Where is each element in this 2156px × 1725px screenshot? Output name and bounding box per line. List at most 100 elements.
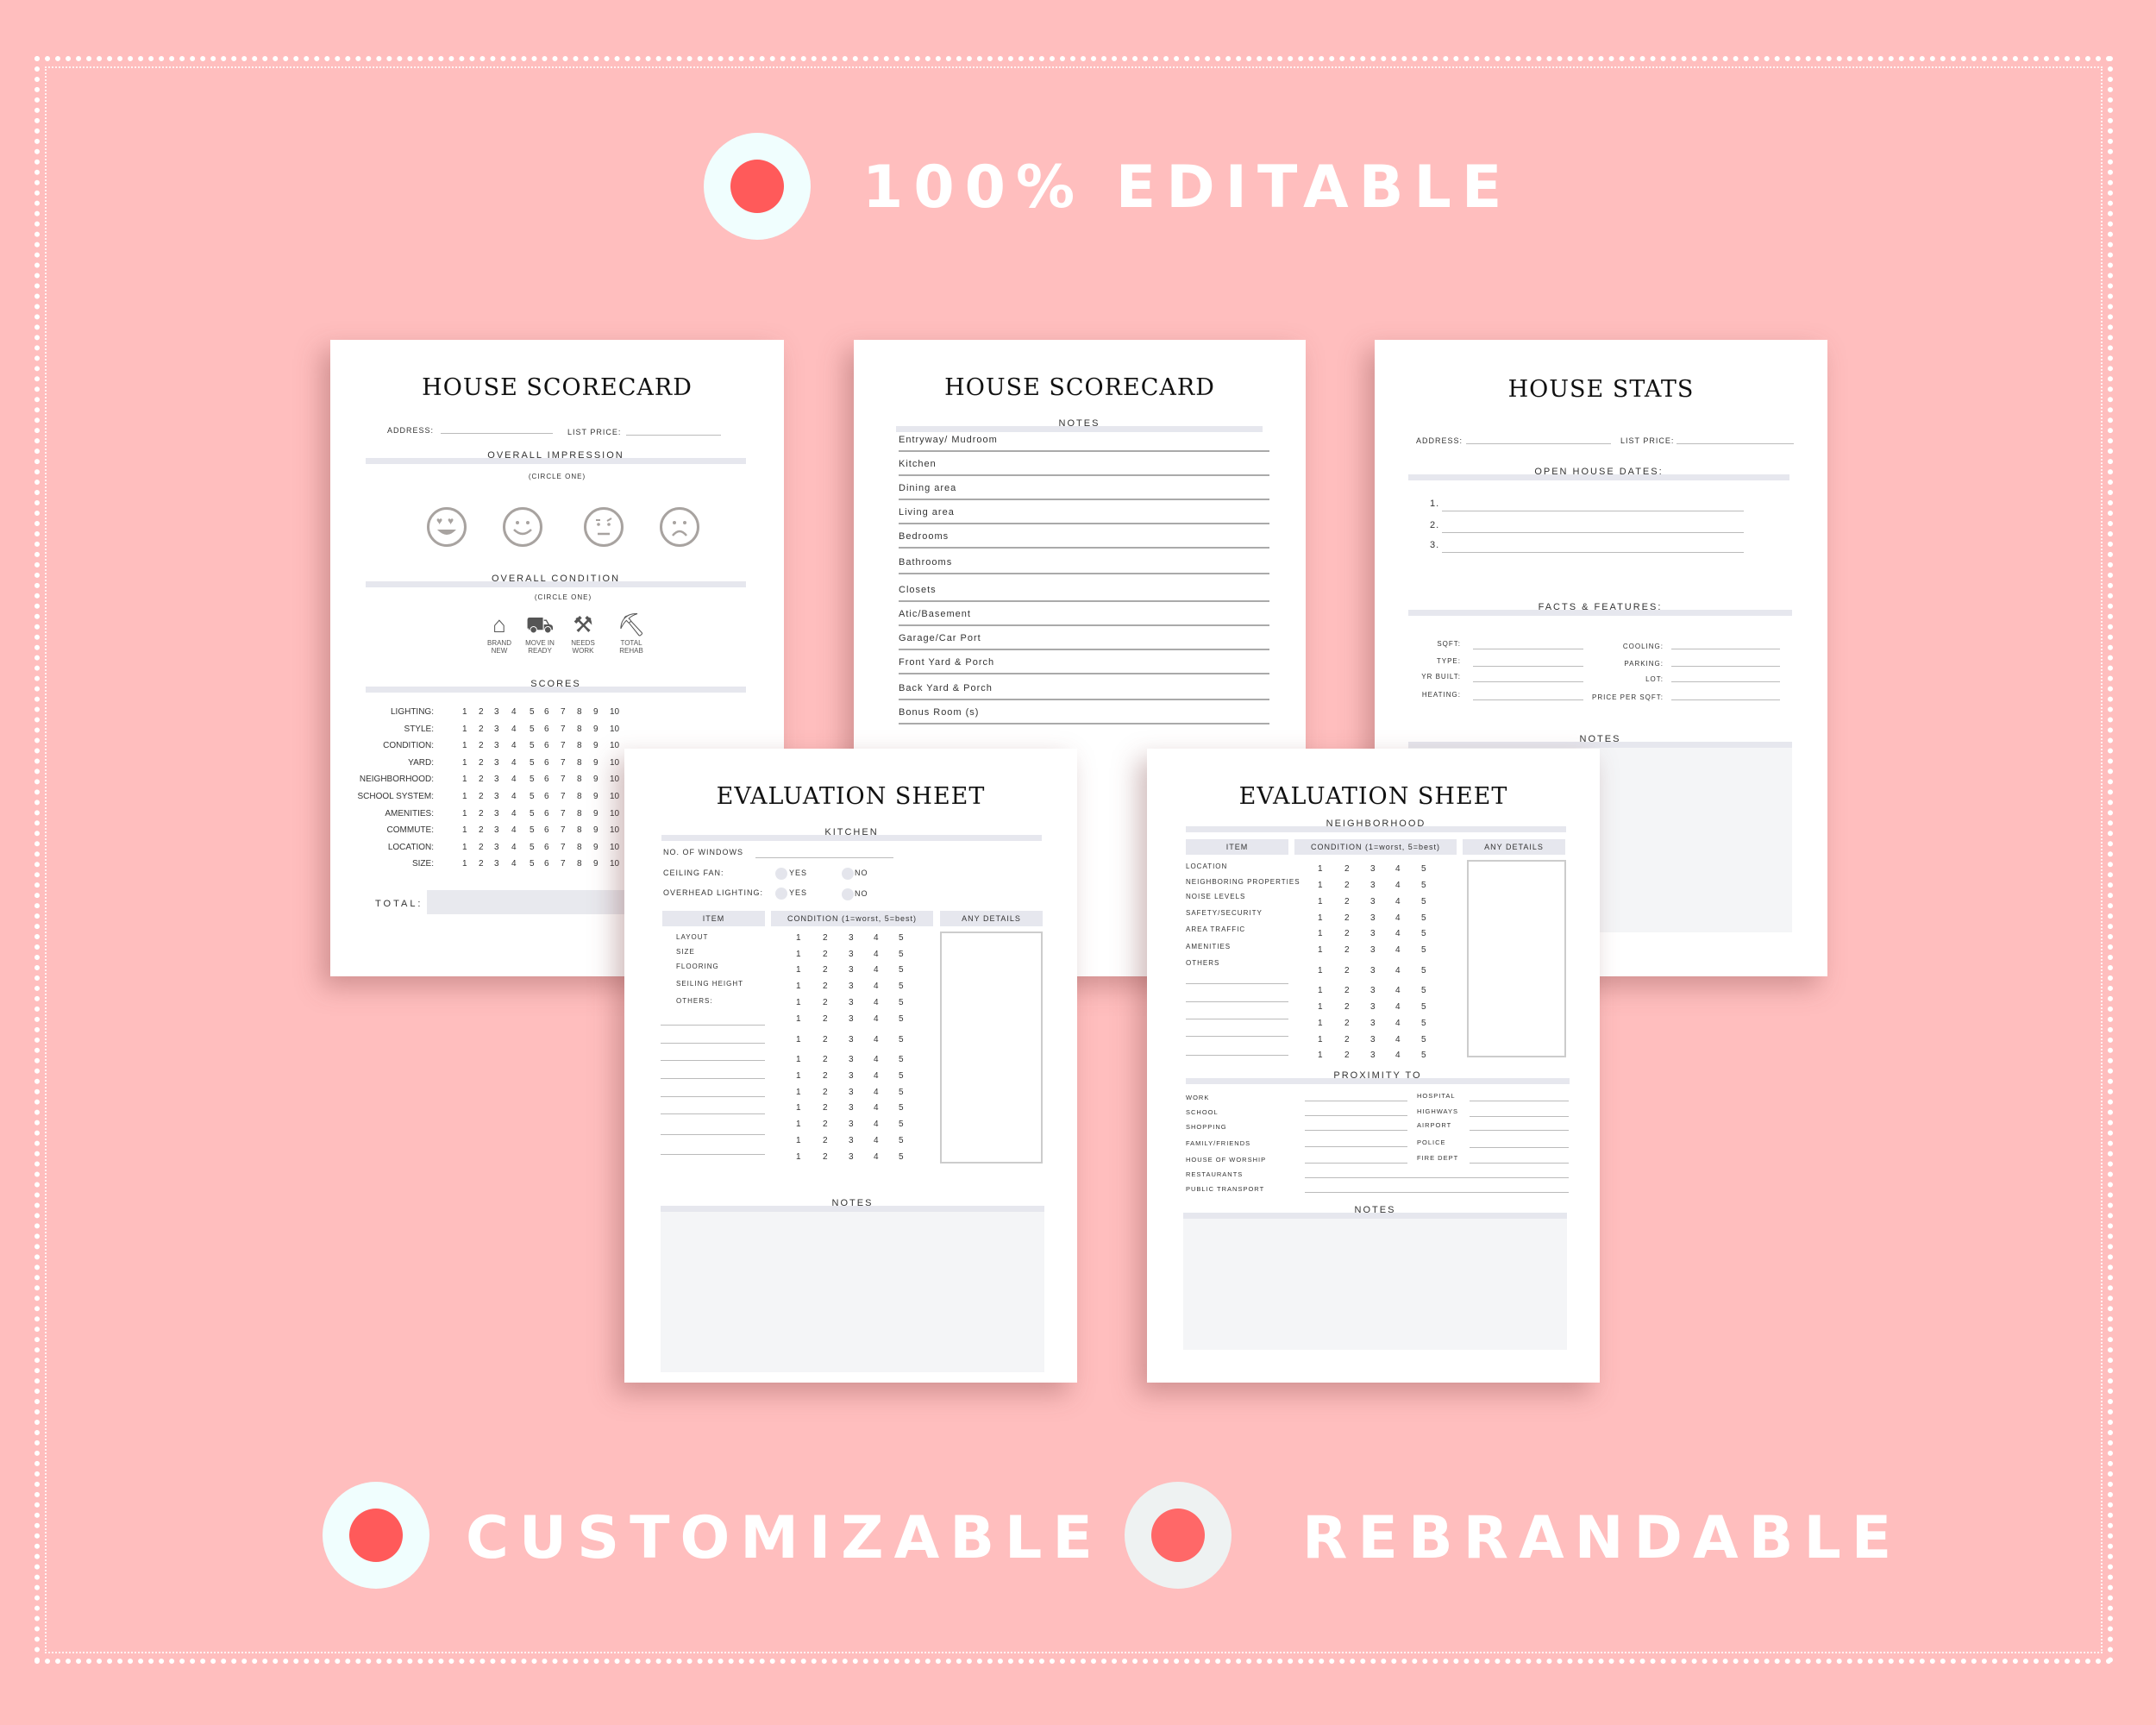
condition-option[interactable]: 1 xyxy=(1318,864,1323,874)
condition-option[interactable]: 4 xyxy=(1395,986,1401,995)
notes-line[interactable]: Bonus Room (s) xyxy=(899,707,1269,724)
condition-option[interactable]: 5 xyxy=(1421,1051,1426,1060)
condition-option[interactable]: 5 xyxy=(899,950,904,959)
condition-option[interactable]: 3 xyxy=(849,1088,854,1097)
condition-option[interactable]: 1 xyxy=(1318,897,1323,906)
condition-option[interactable]: 5 xyxy=(1421,966,1426,975)
condition-option[interactable]: 2 xyxy=(823,1071,828,1081)
score-option[interactable]: 10 xyxy=(610,843,619,852)
condition-option[interactable]: 3 xyxy=(1370,945,1376,955)
score-option[interactable]: 4 xyxy=(511,859,517,869)
open-house-date-field[interactable] xyxy=(1442,552,1744,553)
condition-option[interactable]: 4 xyxy=(874,1035,879,1044)
condition-option[interactable]: 3 xyxy=(849,982,854,991)
condition-option[interactable]: 2 xyxy=(1344,1051,1350,1060)
condition-option[interactable]: 3 xyxy=(1370,881,1376,890)
condition-option[interactable]: 2 xyxy=(823,982,828,991)
score-option[interactable]: 1 xyxy=(462,775,467,784)
condition-option[interactable]: 2 xyxy=(823,1014,828,1024)
notes-line[interactable]: Back Yard & Porch xyxy=(899,683,1269,700)
condition-option[interactable]: 2 xyxy=(823,1152,828,1162)
notes-line[interactable]: Entryway/ Mudroom xyxy=(899,435,1269,452)
frown-face-icon[interactable] xyxy=(660,507,699,547)
score-option[interactable]: 6 xyxy=(544,707,549,717)
score-option[interactable]: 10 xyxy=(610,724,619,734)
notes-field[interactable] xyxy=(1183,1219,1567,1350)
score-option[interactable]: 4 xyxy=(511,758,517,768)
overhead-no-radio[interactable] xyxy=(842,888,854,900)
heart-eyes-face-icon[interactable]: ♥ ♥ xyxy=(427,507,467,547)
score-option[interactable]: 3 xyxy=(494,825,499,835)
condition-option[interactable]: 5 xyxy=(1421,986,1426,995)
condition-option[interactable]: 5 xyxy=(899,1103,904,1113)
other-item-field[interactable] xyxy=(661,1060,765,1061)
condition-option[interactable]: 5 xyxy=(899,1088,904,1097)
condition-option[interactable]: 4 xyxy=(874,1055,879,1064)
condition-option[interactable]: 2 xyxy=(823,1103,828,1113)
condition-option[interactable]: 2 xyxy=(823,1035,828,1044)
condition-option[interactable]: 1 xyxy=(796,950,801,959)
score-option[interactable]: 10 xyxy=(610,859,619,869)
score-option[interactable]: 5 xyxy=(530,707,535,717)
score-option[interactable]: 4 xyxy=(511,741,517,750)
score-option[interactable]: 6 xyxy=(544,825,549,835)
condition-option[interactable]: 4 xyxy=(874,1014,879,1024)
score-option[interactable]: 7 xyxy=(561,741,566,750)
score-option[interactable]: 2 xyxy=(479,843,484,852)
other-item-field[interactable] xyxy=(661,1096,765,1097)
condition-option[interactable]: 2 xyxy=(823,933,828,943)
condition-option[interactable]: 2 xyxy=(823,1136,828,1145)
score-option[interactable]: 8 xyxy=(577,707,582,717)
fact-field[interactable] xyxy=(1671,666,1780,667)
score-option[interactable]: 7 xyxy=(561,809,566,819)
details-field[interactable] xyxy=(940,932,1043,1164)
condition-option[interactable]: 4 xyxy=(1395,897,1401,906)
condition-option[interactable]: 1 xyxy=(796,1136,801,1145)
score-option[interactable]: 1 xyxy=(462,825,467,835)
fact-field[interactable] xyxy=(1671,699,1780,700)
condition-option[interactable]: 1 xyxy=(1318,1019,1323,1028)
other-item-field[interactable] xyxy=(661,1025,765,1026)
proximity-field[interactable] xyxy=(1470,1130,1569,1131)
condition-option[interactable]: 5 xyxy=(899,982,904,991)
condition-option[interactable]: 2 xyxy=(1344,966,1350,975)
other-item-field[interactable] xyxy=(661,1113,765,1114)
condition-option[interactable]: 3 xyxy=(849,1035,854,1044)
score-option[interactable]: 8 xyxy=(577,792,582,801)
score-option[interactable]: 2 xyxy=(479,707,484,717)
score-option[interactable]: 4 xyxy=(511,843,517,852)
score-option[interactable]: 1 xyxy=(462,741,467,750)
score-option[interactable]: 6 xyxy=(544,775,549,784)
condition-option[interactable]: 5 xyxy=(1421,864,1426,874)
score-option[interactable]: 4 xyxy=(511,724,517,734)
score-option[interactable]: 6 xyxy=(544,724,549,734)
address-field[interactable] xyxy=(441,433,553,434)
condition-option[interactable]: 5 xyxy=(1421,881,1426,890)
score-option[interactable]: 8 xyxy=(577,859,582,869)
condition-option[interactable]: 1 xyxy=(1318,913,1323,923)
condition-option[interactable]: 2 xyxy=(823,965,828,975)
condition-option[interactable]: 1 xyxy=(1318,945,1323,955)
windows-field[interactable] xyxy=(755,857,893,858)
score-option[interactable]: 6 xyxy=(544,741,549,750)
condition-option[interactable]: 2 xyxy=(1344,897,1350,906)
score-option[interactable]: 6 xyxy=(544,809,549,819)
condition-option[interactable]: 5 xyxy=(1421,929,1426,938)
fact-field[interactable] xyxy=(1473,681,1583,682)
notes-line[interactable]: Atic/Basement xyxy=(899,609,1269,626)
score-option[interactable]: 7 xyxy=(561,724,566,734)
smile-face-icon[interactable] xyxy=(503,507,542,547)
score-option[interactable]: 8 xyxy=(577,775,582,784)
proximity-field[interactable] xyxy=(1305,1115,1407,1116)
condition-option[interactable]: 4 xyxy=(1395,929,1401,938)
score-option[interactable]: 1 xyxy=(462,758,467,768)
condition-option[interactable]: 3 xyxy=(1370,897,1376,906)
score-option[interactable]: 3 xyxy=(494,859,499,869)
proximity-field[interactable] xyxy=(1305,1163,1407,1164)
score-option[interactable]: 2 xyxy=(479,758,484,768)
condition-option[interactable]: 2 xyxy=(823,1055,828,1064)
proximity-field[interactable] xyxy=(1470,1163,1569,1164)
score-option[interactable]: 9 xyxy=(593,758,599,768)
notes-line[interactable]: Garage/Car Port xyxy=(899,633,1269,650)
proximity-field[interactable] xyxy=(1305,1146,1407,1147)
